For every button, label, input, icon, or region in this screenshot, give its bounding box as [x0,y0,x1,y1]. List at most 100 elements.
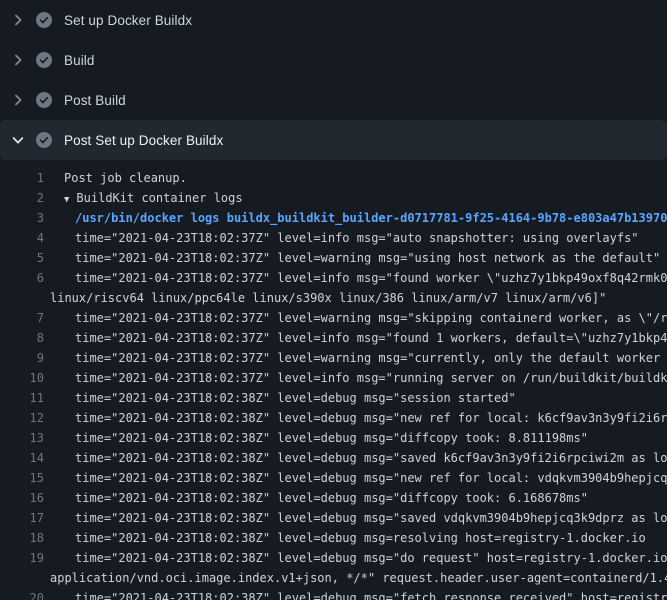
line-number[interactable]: 12 [0,408,44,428]
log-line-text: application/vnd.oci.image.index.v1+json,… [50,568,667,588]
log-row: application/vnd.oci.image.index.v1+json,… [0,568,667,588]
step-label: Post Build [64,93,126,108]
log-line-text: time="2021-04-23T18:02:37Z" level=info m… [75,328,667,348]
log-line-content: Post job cleanup. [44,168,667,188]
check-circle-icon [36,52,52,68]
log-line-content: time="2021-04-23T18:02:38Z" level=debug … [44,588,667,600]
steps-list: Set up Docker Buildx Build P [0,0,667,160]
line-number[interactable]: 6 [0,268,44,288]
log-line-text: time="2021-04-23T18:02:38Z" level=debug … [75,528,646,548]
log-line-content: time="2021-04-23T18:02:37Z" level=info m… [44,328,667,348]
log-row: 1 Post job cleanup. [0,168,667,188]
line-number[interactable]: 14 [0,448,44,468]
log-row: 4 time="2021-04-23T18:02:37Z" level=info… [0,228,667,248]
log-line-content: time="2021-04-23T18:02:37Z" level=info m… [44,368,667,388]
log-row: 8 time="2021-04-23T18:02:37Z" level=info… [0,328,667,348]
line-number[interactable] [0,288,44,308]
log-line-content: time="2021-04-23T18:02:37Z" level=warnin… [44,308,667,328]
log-row: 16 time="2021-04-23T18:02:38Z" level=deb… [0,488,667,508]
line-number[interactable]: 11 [0,388,44,408]
chevron-right-icon[interactable] [10,92,26,108]
log-line-content: time="2021-04-23T18:02:38Z" level=debug … [44,488,667,508]
log-line-text: time="2021-04-23T18:02:37Z" level=info m… [75,268,667,288]
log-line-content: time="2021-04-23T18:02:38Z" level=debug … [44,468,667,488]
log-line-text: time="2021-04-23T18:02:38Z" level=debug … [75,408,667,428]
log-row: 19 time="2021-04-23T18:02:38Z" level=deb… [0,548,667,568]
log-line-content: time="2021-04-23T18:02:37Z" level=warnin… [44,348,667,368]
line-number[interactable]: 15 [0,468,44,488]
log-line-text: time="2021-04-23T18:02:38Z" level=debug … [75,488,588,508]
log-line-text: time="2021-04-23T18:02:37Z" level=warnin… [75,308,667,328]
step-row-post-set-up-docker-buildx[interactable]: Post Set up Docker Buildx [0,120,667,160]
triangle-down-icon[interactable]: ▼ [64,190,69,208]
log-row: 7 time="2021-04-23T18:02:37Z" level=warn… [0,308,667,328]
log-row: 20 time="2021-04-23T18:02:38Z" level=deb… [0,588,667,600]
log-row: 18 time="2021-04-23T18:02:38Z" level=deb… [0,528,667,548]
chevron-right-icon[interactable] [10,12,26,28]
command-text: /usr/bin/docker logs buildx_buildkit_bui… [75,208,667,228]
log-row: 9 time="2021-04-23T18:02:37Z" level=warn… [0,348,667,368]
log-line-content: ▼ BuildKit container logs [44,188,667,208]
log-line-content: time="2021-04-23T18:02:38Z" level=debug … [44,508,667,528]
log-row: 17 time="2021-04-23T18:02:38Z" level=deb… [0,508,667,528]
log-row: 5 time="2021-04-23T18:02:37Z" level=warn… [0,248,667,268]
chevron-right-icon[interactable] [10,52,26,68]
log-row: 11 time="2021-04-23T18:02:38Z" level=deb… [0,388,667,408]
check-circle-icon [36,92,52,108]
line-number[interactable]: 3 [0,208,44,228]
step-row-build[interactable]: Build [0,40,667,80]
line-number[interactable]: 4 [0,228,44,248]
log-line-text: time="2021-04-23T18:02:37Z" level=info m… [75,228,639,248]
log-line-content: time="2021-04-23T18:02:38Z" level=debug … [44,548,667,568]
log-line-content: time="2021-04-23T18:02:38Z" level=debug … [44,528,667,548]
step-label: Build [64,53,95,68]
log-line-text: time="2021-04-23T18:02:38Z" level=debug … [75,508,667,528]
line-number[interactable] [0,568,44,588]
log-line-content: time="2021-04-23T18:02:37Z" level=warnin… [44,248,667,268]
log-row: 10 time="2021-04-23T18:02:37Z" level=inf… [0,368,667,388]
log-row: 13 time="2021-04-23T18:02:38Z" level=deb… [0,428,667,448]
log-line-text: time="2021-04-23T18:02:37Z" level=warnin… [75,348,667,368]
line-number[interactable]: 18 [0,528,44,548]
log-line-content: linux/riscv64 linux/ppc64le linux/s390x … [44,288,667,308]
log-row: 2 ▼ BuildKit container logs [0,188,667,208]
log-line-text: time="2021-04-23T18:02:37Z" level=warnin… [75,248,660,268]
log-row: 6 time="2021-04-23T18:02:37Z" level=info… [0,268,667,288]
step-row-post-build[interactable]: Post Build [0,80,667,120]
line-number[interactable]: 2 [0,188,44,208]
log-line-content: time="2021-04-23T18:02:38Z" level=debug … [44,428,667,448]
log-line-text: Post job cleanup. [64,168,187,188]
line-number[interactable]: 16 [0,488,44,508]
log-line-text[interactable]: BuildKit container logs [76,188,242,208]
line-number[interactable]: 5 [0,248,44,268]
line-number[interactable]: 9 [0,348,44,368]
line-number[interactable]: 13 [0,428,44,448]
log-line-text: time="2021-04-23T18:02:38Z" level=debug … [75,468,667,488]
job-log-viewer: Set up Docker Buildx Build P [0,0,667,600]
check-circle-icon [36,132,52,148]
log-line-text: time="2021-04-23T18:02:38Z" level=debug … [75,448,667,468]
step-row-set-up-docker-buildx[interactable]: Set up Docker Buildx [0,0,667,40]
log-row: 12 time="2021-04-23T18:02:38Z" level=deb… [0,408,667,428]
log-line-text: time="2021-04-23T18:02:38Z" level=debug … [75,548,667,568]
log-row: 3 /usr/bin/docker logs buildx_buildkit_b… [0,208,667,228]
log-line-content: time="2021-04-23T18:02:37Z" level=info m… [44,268,667,288]
log-row: linux/riscv64 linux/ppc64le linux/s390x … [0,288,667,308]
log-line-content: time="2021-04-23T18:02:38Z" level=debug … [44,408,667,428]
log-viewer[interactable]: 1 Post job cleanup. 2 ▼ BuildKit containe… [0,160,667,600]
log-line-content: time="2021-04-23T18:02:38Z" level=debug … [44,388,667,408]
line-number[interactable]: 19 [0,548,44,568]
line-number[interactable]: 8 [0,328,44,348]
log-line-text: time="2021-04-23T18:02:38Z" level=debug … [75,388,516,408]
log-row: 15 time="2021-04-23T18:02:38Z" level=deb… [0,468,667,488]
step-label: Set up Docker Buildx [64,13,192,28]
log-line-content: application/vnd.oci.image.index.v1+json,… [44,568,667,588]
line-number[interactable]: 10 [0,368,44,388]
line-number[interactable]: 20 [0,588,44,600]
log-line-text: linux/riscv64 linux/ppc64le linux/s390x … [50,288,606,308]
log-row: 14 time="2021-04-23T18:02:38Z" level=deb… [0,448,667,468]
line-number[interactable]: 7 [0,308,44,328]
chevron-down-icon[interactable] [10,132,26,148]
line-number[interactable]: 17 [0,508,44,528]
line-number[interactable]: 1 [0,168,44,188]
